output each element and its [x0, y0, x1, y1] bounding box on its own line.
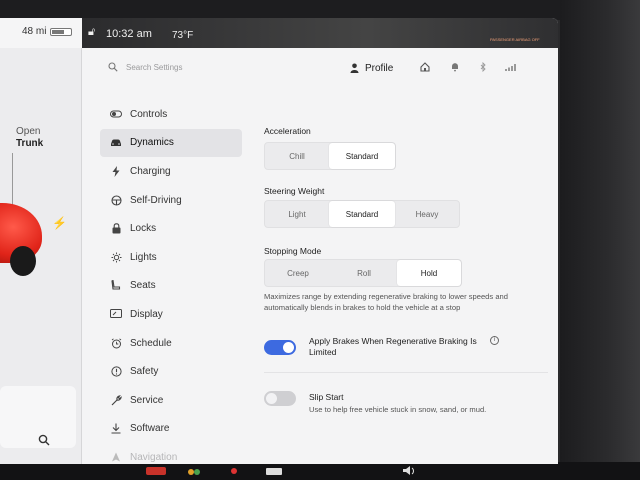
dock-app-icon[interactable] [146, 465, 166, 475]
profile-button[interactable]: Profile [350, 60, 393, 76]
slip-start-label: Slip Start [309, 392, 344, 402]
notification-bell-icon[interactable] [450, 62, 460, 72]
download-icon [110, 423, 122, 435]
dock-app-icon[interactable] [266, 465, 282, 475]
nav-item-label: Charging [130, 165, 171, 177]
nav-item-controls[interactable]: Controls [100, 100, 242, 129]
stopping-option-creep[interactable]: Creep [265, 260, 331, 286]
acceleration-selector: Chill Standard [264, 142, 396, 170]
lock-icon[interactable]: 🔓︎ [88, 26, 95, 39]
search-settings-input[interactable] [126, 58, 286, 76]
nav-item-label: Service [130, 394, 164, 406]
battery-icon [50, 28, 72, 36]
car-panel: 48 mi Open Trunk ⚡ [0, 18, 82, 464]
nav-item-seats[interactable]: Seats [100, 272, 242, 301]
trunk-action-label: Open [16, 126, 41, 137]
acceleration-option-standard[interactable]: Standard [329, 143, 395, 169]
home-icon[interactable] [420, 62, 430, 72]
nav-item-label: Lights [130, 251, 157, 263]
sun-icon [110, 251, 122, 263]
screen-bezel-bottom [0, 462, 640, 480]
dock-app-icon[interactable] [230, 465, 238, 475]
seat-icon [110, 280, 122, 292]
slip-start-toggle[interactable] [264, 391, 296, 406]
search-icon[interactable] [38, 434, 50, 446]
car-wheel [10, 246, 36, 276]
stopping-mode-description: Maximizes range by extending regenerativ… [264, 292, 508, 312]
outside-temperature: 73°F [172, 30, 194, 41]
nav-item-label: Safety [130, 366, 159, 378]
car-icon [110, 137, 122, 149]
apply-brakes-label: Apply Brakes When Regenerative Braking I… [309, 336, 477, 357]
nav-item-label: Display [130, 308, 163, 320]
nav-item-locks[interactable]: Locks [100, 214, 242, 243]
nav-item-label: Software [130, 423, 170, 435]
nav-item-safety[interactable]: Safety [100, 357, 242, 386]
nav-item-charging[interactable]: Charging [100, 157, 242, 186]
info-icon[interactable]: i [490, 336, 499, 345]
search-icon [108, 62, 118, 72]
nav-item-label: Navigation [130, 451, 178, 463]
nav-item-label: Schedule [130, 337, 172, 349]
settings-header: Profile [82, 48, 558, 90]
toggle-knob [266, 393, 277, 404]
stopping-option-hold[interactable]: Hold [397, 260, 461, 286]
stopping-option-roll[interactable]: Roll [331, 260, 397, 286]
car-status-bar: 48 mi [0, 18, 82, 48]
top-status-bar: 🔓︎ 10:32 am 73°F PASSENGER AIRBAG OFF [82, 18, 558, 48]
slip-start-description: Use to help free vehicle stuck in snow, … [309, 405, 487, 414]
navigation-arrow-icon [110, 451, 122, 463]
dock-app-icon[interactable] [186, 465, 202, 475]
steering-option-standard[interactable]: Standard [329, 201, 395, 227]
alert-circle-icon [110, 366, 122, 378]
nav-item-label: Controls [130, 108, 168, 120]
nav-item-dynamics[interactable]: Dynamics [100, 128, 242, 158]
stopping-mode-label: Stopping Mode [264, 246, 322, 256]
steering-option-light[interactable]: Light [265, 201, 329, 227]
lock-icon [110, 223, 122, 235]
nav-item-label: Seats [130, 280, 156, 292]
person-icon [350, 63, 359, 73]
map-search-card[interactable] [0, 386, 76, 448]
bolt-icon [110, 165, 122, 177]
nav-item-label: Self-Driving [130, 194, 182, 206]
stopping-mode-selector: Creep Roll Hold [264, 259, 462, 287]
touchscreen: 48 mi Open Trunk ⚡ 🔓︎ 10:32 am 73°F PASS… [0, 18, 558, 464]
open-trunk-button[interactable]: Open Trunk [16, 126, 43, 150]
screen-bezel-right [560, 0, 640, 480]
nav-item-service[interactable]: Service [100, 386, 242, 415]
acceleration-option-chill[interactable]: Chill [265, 143, 329, 169]
steering-wheel-icon [110, 194, 122, 206]
toggle-knob [283, 342, 294, 353]
settings-nav: Controls Dynamics Charging Self-Driving … [100, 100, 242, 464]
alarm-clock-icon [110, 337, 122, 349]
steering-weight-selector: Light Standard Heavy [264, 200, 460, 228]
nav-item-display[interactable]: Display [100, 300, 242, 329]
trunk-label: Trunk [16, 138, 44, 149]
volume-icon[interactable] [402, 465, 418, 475]
profile-label: Profile [365, 62, 394, 74]
range-readout: 48 mi [22, 26, 47, 37]
nav-item-software[interactable]: Software [100, 415, 242, 444]
toggle-icon [110, 108, 122, 120]
nav-item-schedule[interactable]: Schedule [100, 329, 242, 358]
section-divider [264, 372, 548, 373]
clock: 10:32 am [106, 28, 152, 40]
charge-port-bolt-icon[interactable]: ⚡ [52, 216, 67, 230]
display-icon [110, 308, 122, 320]
nav-item-self-driving[interactable]: Self-Driving [100, 186, 242, 215]
apply-brakes-toggle[interactable] [264, 340, 296, 355]
nav-item-label: Locks [130, 223, 157, 235]
passenger-airbag-status: PASSENGER AIRBAG OFF [490, 37, 540, 42]
nav-item-navigation[interactable]: Navigation [100, 443, 242, 464]
screen-bezel-top [0, 0, 640, 20]
steering-option-heavy[interactable]: Heavy [395, 201, 459, 227]
nav-item-lights[interactable]: Lights [100, 243, 242, 272]
cellular-signal-icon [505, 64, 516, 71]
steering-weight-label: Steering Weight [264, 186, 325, 196]
wrench-icon [110, 394, 122, 406]
bluetooth-icon[interactable] [478, 62, 488, 72]
acceleration-label: Acceleration [264, 126, 311, 136]
nav-item-label: Dynamics [130, 137, 174, 149]
